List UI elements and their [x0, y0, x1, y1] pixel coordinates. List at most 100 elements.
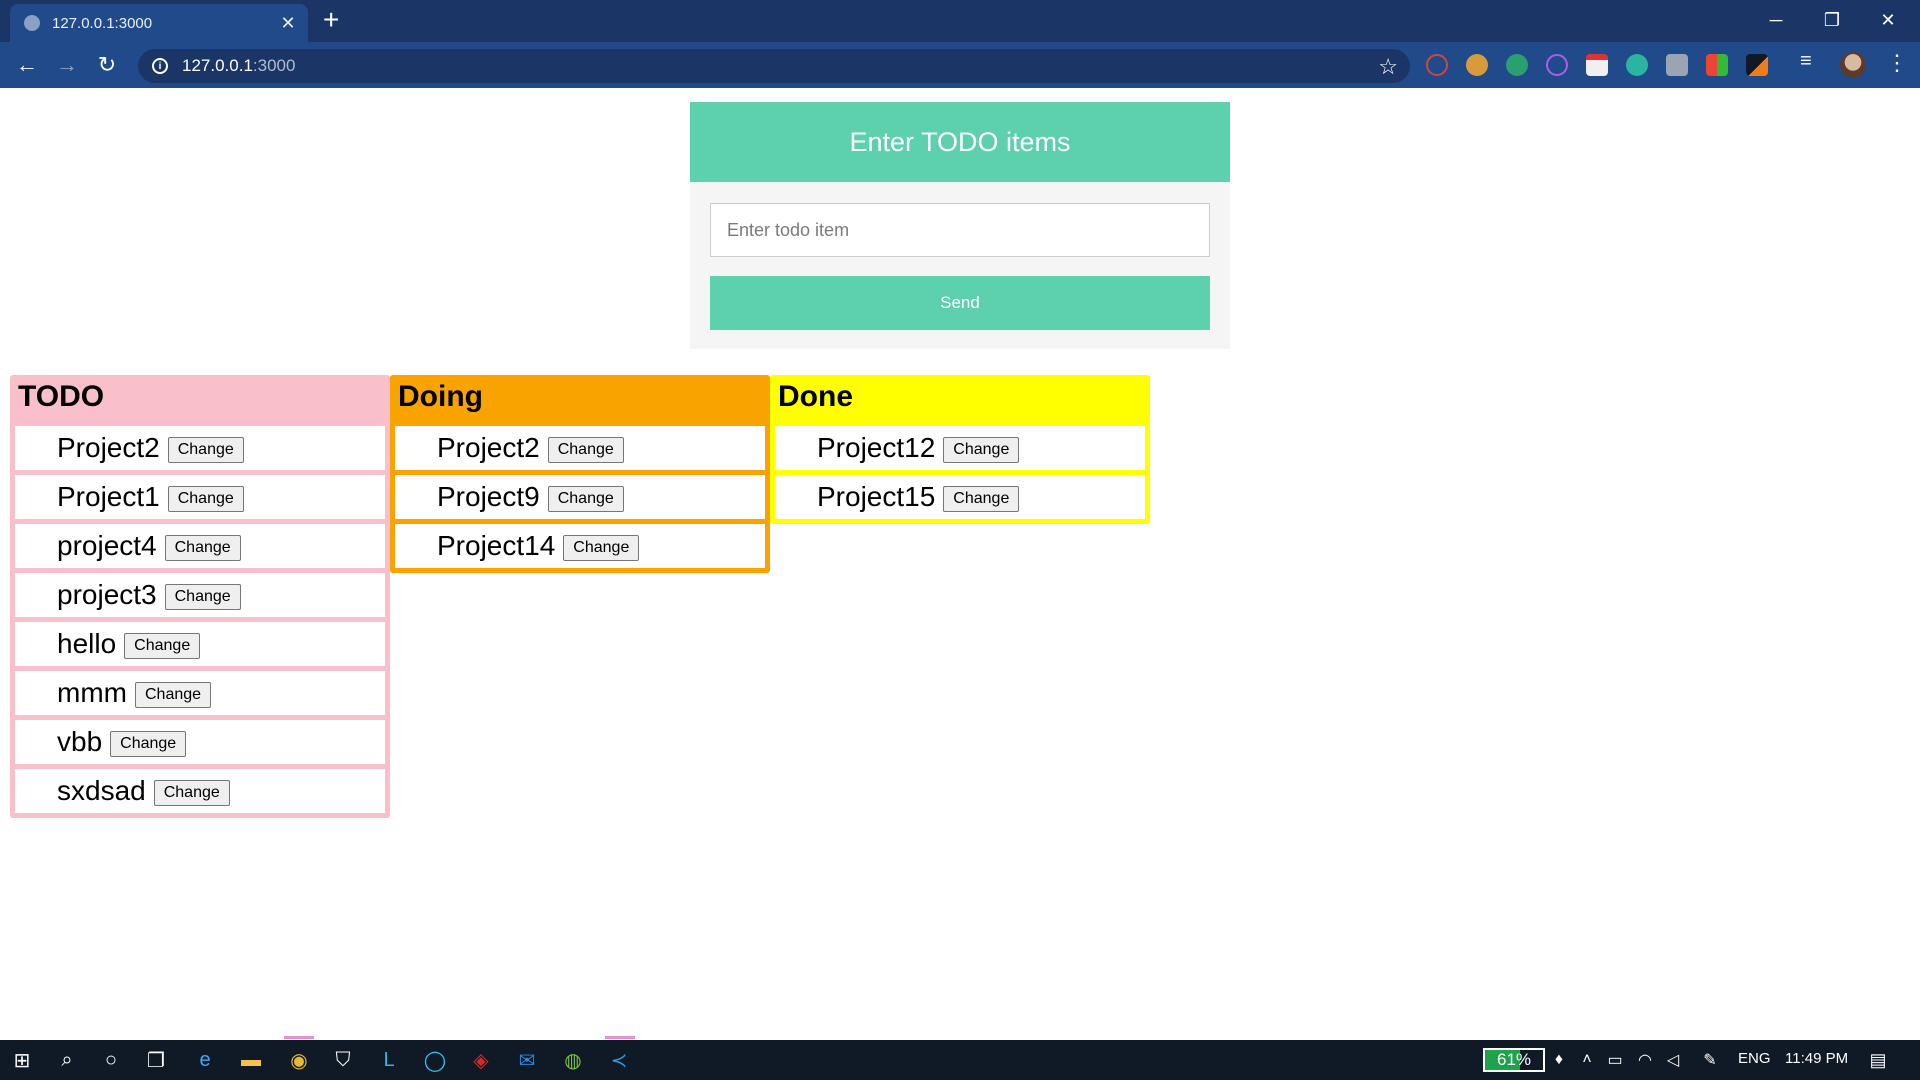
mcafee-icon[interactable]: ◈	[469, 1048, 493, 1072]
task-view-icon[interactable]: ❐	[144, 1048, 168, 1072]
forward-arrow-icon[interactable]: →	[52, 50, 82, 80]
list-item: project3 Change	[15, 573, 385, 617]
volume-icon[interactable]: ◁	[1661, 1048, 1685, 1072]
language-indicator[interactable]: ENG	[1738, 1050, 1771, 1067]
android-studio-icon[interactable]: ◍	[561, 1048, 585, 1072]
item-name: vbb	[57, 726, 103, 757]
todo-entry-card: Enter TODO items Send	[690, 102, 1230, 349]
browser-menu-icon[interactable]: ⋮	[1886, 50, 1908, 76]
close-window-button[interactable]: ✕	[1860, 0, 1916, 40]
tab-title: 127.0.0.1:3000	[52, 14, 153, 32]
chrome-active-indicator	[284, 1036, 314, 1039]
change-button[interactable]: Change	[563, 535, 640, 561]
battery-indicator[interactable]: 61%	[1483, 1048, 1545, 1072]
extension-adblock-icon[interactable]	[1426, 54, 1448, 76]
media-control-icon[interactable]: ≡	[1800, 50, 1812, 73]
vscode-icon[interactable]: ≺	[607, 1048, 631, 1072]
list-item: Project2 Change	[395, 426, 765, 470]
lens-icon[interactable]: L	[377, 1048, 401, 1072]
url-text: 127.0.0.1:3000	[182, 56, 295, 76]
column-title: Doing	[398, 380, 483, 413]
item-name: hello	[57, 628, 117, 659]
list-item: Project9 Change	[395, 475, 765, 519]
minimize-window-button[interactable]: ─	[1748, 0, 1804, 40]
extension-green-icon[interactable]	[1626, 54, 1648, 76]
url-host: 127.0.0.1	[182, 56, 253, 75]
wifi-icon[interactable]: ◠	[1633, 1048, 1657, 1072]
change-button[interactable]: Change	[167, 437, 244, 463]
column-title: TODO	[18, 380, 105, 413]
mail-icon[interactable]: ✉	[515, 1048, 539, 1072]
microphone-icon[interactable]: ♦	[1547, 1048, 1571, 1072]
item-name: Project2	[437, 432, 540, 463]
list-item: project4 Change	[15, 524, 385, 568]
edge-icon[interactable]: e	[193, 1048, 217, 1072]
extension-k-icon[interactable]	[1666, 54, 1688, 76]
new-tab-button[interactable]: +	[323, 6, 339, 34]
change-button[interactable]: Change	[167, 486, 244, 512]
column-title: Done	[778, 380, 853, 413]
vscode-active-indicator	[605, 1036, 635, 1039]
list-item: Project14 Change	[395, 524, 765, 568]
address-bar[interactable]: i 127.0.0.1:3000 ☆	[138, 49, 1410, 83]
list-item: vbb Change	[15, 720, 385, 764]
change-button[interactable]: Change	[153, 780, 230, 806]
change-button[interactable]: Change	[124, 633, 201, 659]
change-button[interactable]: Change	[134, 682, 212, 708]
extension-tiles-icon[interactable]	[1706, 54, 1728, 76]
list-item: Project15 Change	[775, 475, 1145, 519]
url-port: :3000	[252, 56, 296, 75]
item-name: Project2	[57, 432, 160, 463]
pen-icon[interactable]: ✎	[1698, 1048, 1722, 1072]
windows-start-icon[interactable]: ⊞	[10, 1048, 34, 1072]
list-item: sxdsad Change	[15, 769, 385, 813]
browser-tab-strip: 127.0.0.1:3000 ✕ + ─ ❐ ✕	[0, 0, 1920, 42]
item-name: project4	[57, 530, 157, 561]
todo-item-input[interactable]	[710, 203, 1210, 257]
reload-icon[interactable]: ↻	[92, 50, 122, 80]
change-button[interactable]: Change	[547, 437, 624, 463]
profile-avatar[interactable]	[1840, 52, 1866, 78]
battery-percent: 61%	[1496, 1050, 1532, 1069]
list-item: Project1 Change	[15, 475, 385, 519]
cortana-icon[interactable]: ○	[99, 1048, 123, 1072]
site-info-icon[interactable]: i	[152, 58, 168, 74]
item-name: Project15	[817, 481, 936, 512]
item-name: mmm	[57, 677, 127, 708]
change-button[interactable]: Change	[110, 731, 187, 757]
send-button[interactable]: Send	[710, 276, 1210, 330]
store-icon[interactable]: ⛉	[331, 1048, 355, 1072]
extension-clip-icon[interactable]	[1586, 54, 1608, 76]
alexa-icon[interactable]: ◯	[423, 1048, 447, 1072]
change-button[interactable]: Change	[547, 486, 624, 512]
clock[interactable]: 11:49 PM	[1785, 1050, 1848, 1067]
item-name: Project12	[817, 432, 936, 463]
show-hidden-icons-chevron-up-icon[interactable]: ˄	[1575, 1048, 1599, 1072]
back-arrow-icon[interactable]: ←	[12, 50, 42, 80]
tab-close-icon[interactable]: ✕	[278, 13, 298, 34]
globe-icon	[24, 15, 40, 31]
extension-wave-icon[interactable]	[1546, 54, 1568, 76]
chrome-icon[interactable]: ◉	[287, 1048, 311, 1072]
change-button[interactable]: Change	[164, 584, 241, 610]
file-explorer-icon[interactable]: ▬	[239, 1048, 263, 1072]
item-name: sxdsad	[57, 775, 146, 806]
bookmark-star-icon[interactable]: ☆	[1378, 54, 1398, 80]
notifications-icon[interactable]: ▤	[1866, 1048, 1890, 1072]
todo-column: TODO Project2 Change Project1 Change project…	[10, 375, 390, 818]
change-button[interactable]: Change	[164, 535, 241, 561]
browser-tab[interactable]: 127.0.0.1:3000 ✕	[10, 4, 308, 42]
change-button[interactable]: Change	[943, 486, 1020, 512]
extension-grammar-icon[interactable]	[1506, 54, 1528, 76]
item-name: Project14	[437, 530, 556, 561]
extension-color-picker-icon[interactable]	[1746, 54, 1768, 76]
search-icon[interactable]: ⌕	[55, 1048, 79, 1072]
item-name: Project9	[437, 481, 540, 512]
restore-window-button[interactable]: ❐	[1804, 0, 1860, 40]
list-item: hello Change	[15, 622, 385, 666]
list-item: Project12 Change	[775, 426, 1145, 470]
change-button[interactable]: Change	[943, 437, 1020, 463]
extension-cookie-icon[interactable]	[1466, 54, 1488, 76]
power-icon[interactable]: ▭	[1603, 1048, 1627, 1072]
done-column: Done Project12 Change Project15 Change	[770, 375, 1150, 524]
